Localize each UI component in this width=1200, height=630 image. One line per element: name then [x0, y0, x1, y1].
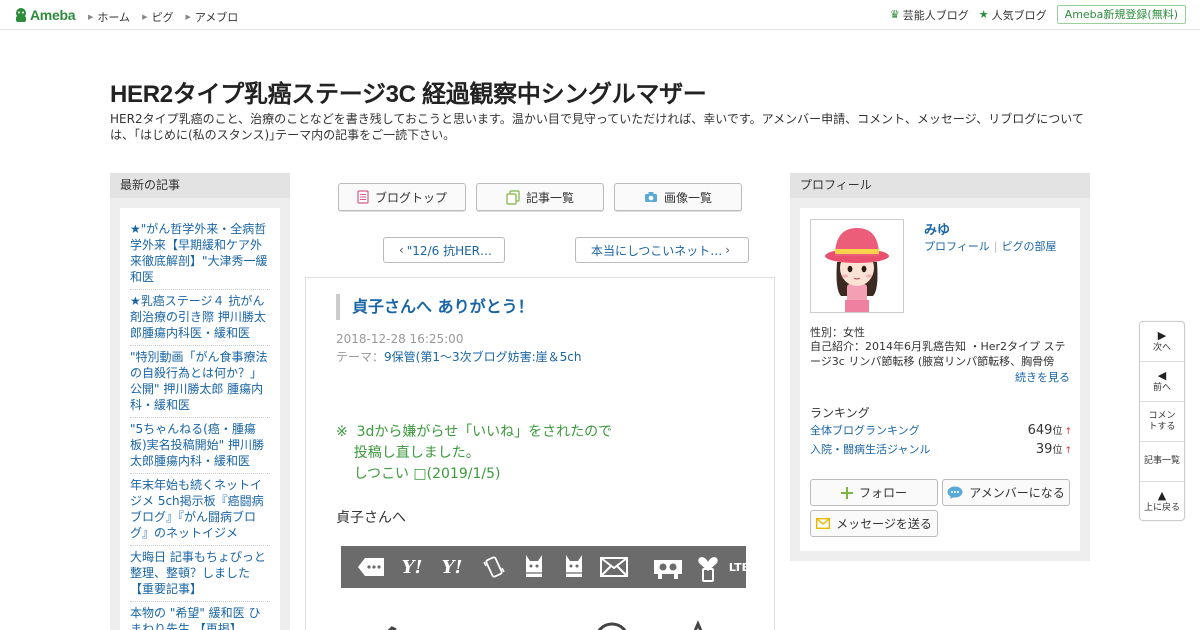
- ranking-label-link[interactable]: 入院・闘病生活ジャンル: [810, 441, 930, 457]
- entry-theme: テーマ：9保管(第1～3次ブログ妨害:崖＆5ch: [336, 348, 581, 365]
- float-article-list-button[interactable]: 記事一覧: [1140, 442, 1184, 482]
- entry-date: 2018-12-28 16:25:00: [336, 332, 464, 346]
- speech-bubble-icon: [947, 486, 963, 499]
- float-back-to-top-button[interactable]: ▲ 上に戻る: [1140, 482, 1184, 522]
- nav-ameblo-link[interactable]: ▶ アメブロ: [185, 9, 238, 25]
- ranking-row-genre: 入院・闘病生活ジャンル 39位 ↑: [810, 441, 1072, 457]
- triangle-right-icon: ▶: [88, 13, 94, 21]
- phone-vibrate-icon: [479, 546, 509, 588]
- global-nav: ▶ ホーム ▶ ピグ ▶ アメブロ: [88, 9, 250, 25]
- profile-panel: プロフィール みゆ プロフィール | ピグの部屋 性別：女性 自己紹介：2014…: [790, 173, 1090, 561]
- triangle-right-icon: ▶: [185, 13, 191, 21]
- document-icon: [357, 190, 369, 204]
- ranking-heading: ランキング: [810, 406, 870, 420]
- recent-article-link[interactable]: ★乳癌ステージ４ 抗がん剤治療の引き際 押川勝太郎腫瘍内科医・緩和医: [130, 290, 270, 346]
- lte-icon: LTE: [728, 560, 746, 574]
- follow-button[interactable]: フォロー: [810, 479, 938, 506]
- entry-note-line: ※ 3dから嫌がらせ「いいね」をされたので: [336, 424, 613, 440]
- triangle-left-icon: ◀: [1157, 368, 1167, 382]
- float-comment-button[interactable]: コメントする: [1140, 402, 1184, 442]
- amember-button[interactable]: アメンバーになる: [942, 479, 1070, 506]
- yahoo-icon: Y!: [441, 556, 463, 578]
- chevron-right-icon: ›: [725, 243, 731, 257]
- emoji-icon-strip: Y! Y! LTE: [341, 546, 746, 588]
- float-next-button[interactable]: ▶ 次へ: [1140, 322, 1184, 362]
- next-article-button[interactable]: 本当にしつこいネット… ›: [575, 237, 749, 263]
- profile-name-link[interactable]: みゆ: [924, 219, 950, 238]
- yahoo-icon: Y!: [401, 556, 423, 578]
- triangle-up-icon: ▲: [1157, 489, 1167, 502]
- recent-articles-heading: 最新の記事: [110, 173, 290, 198]
- previous-article-button[interactable]: ‹ "12/6 抗HER…: [383, 237, 505, 263]
- popular-blog-link[interactable]: ★ 人気ブログ: [979, 7, 1047, 23]
- entry-greeting: 貞子さんへ: [336, 510, 406, 526]
- profile-links: プロフィール | ピグの部屋: [924, 238, 1057, 254]
- link-separator: |: [993, 240, 998, 253]
- profile-intro: 自己紹介：2014年6月乳癌告知 ・Her2タイプ ステージ3c リンパ節転移 …: [810, 340, 1066, 368]
- register-button[interactable]: Ameba新規登録(無料): [1056, 5, 1186, 24]
- envelope-icon: [816, 518, 831, 529]
- logo-text: Ameba: [30, 7, 76, 23]
- recent-article-link[interactable]: 大晦日 記事もちょぴっと整理、整頓？しました【重要記事】: [130, 546, 270, 602]
- profile-link[interactable]: プロフィール: [924, 240, 990, 253]
- entry-note-line: しつこい □(2019/1/5): [336, 466, 501, 482]
- ranking-value: 39位 ↑: [1035, 442, 1072, 457]
- float-prev-button[interactable]: ◀ 前へ: [1140, 362, 1184, 402]
- entry-note: ※ 3dから嫌がらせ「いいね」をされたので 投稿し直しました。 しつこい □(2…: [336, 422, 612, 485]
- heart-phone-icon: [693, 546, 723, 588]
- entry-theme-link[interactable]: 9保管(第1～3次ブログ妨害:崖＆5ch: [384, 350, 581, 364]
- robot-icon: [651, 546, 685, 588]
- recent-articles-list: ★"がん哲学外来・全病哲学外来【早期緩和ケア外来徹底解剖】"大津秀一緩和医 ★乳…: [120, 208, 280, 630]
- global-header: Ameba ▶ ホーム ▶ ピグ ▶ アメブロ ♛ 芸能人ブログ ★ 人気ブログ Ameb…: [0, 0, 1200, 30]
- ameba-mascot-icon: [16, 8, 26, 22]
- header-right: ♛ 芸能人ブログ ★ 人気ブログ Ameba新規登録(無料): [890, 5, 1186, 24]
- mail-icon: [599, 546, 629, 588]
- recent-article-link[interactable]: 本物の "希望" 緩和医 ひまわり先生 【再掲】: [130, 602, 270, 630]
- star-icon: ★: [978, 8, 989, 21]
- entry-title[interactable]: 貞子さんへ ありがとう！: [336, 294, 534, 320]
- partial-icon-row: [366, 610, 726, 630]
- tag-icon: [355, 546, 387, 588]
- pig-room-link[interactable]: ピグの部屋: [1002, 240, 1057, 253]
- profile-heading: プロフィール: [790, 173, 1090, 198]
- crown-icon: ♛: [889, 8, 900, 21]
- send-message-button[interactable]: メッセージを送る: [810, 510, 938, 537]
- rank-up-icon: ↑: [1064, 427, 1072, 437]
- blog-description: HER2タイプ乳癌のこと、治療のことなどを書き残しておこうと思います。温かい目で…: [110, 112, 1084, 142]
- image-list-button[interactable]: 画像一覧: [614, 183, 742, 211]
- ameba-logo[interactable]: Ameba: [14, 6, 75, 24]
- recent-article-link[interactable]: ★"がん哲学外来・全病哲学外来【早期緩和ケア外来徹底解剖】"大津秀一緩和医: [130, 218, 270, 290]
- plus-icon: [840, 486, 853, 499]
- ranking-row-overall: 全体ブログランキング 649位 ↑: [810, 422, 1072, 438]
- cat-icon: [519, 546, 549, 588]
- nav-pig-link[interactable]: ▶ ピグ: [142, 9, 173, 25]
- cat-icon: [559, 546, 589, 588]
- floating-nav: ▶ 次へ ◀ 前へ コメントする 記事一覧 ▲ 上に戻る: [1139, 321, 1185, 521]
- profile-box: みゆ プロフィール | ピグの部屋 性別：女性 自己紹介：2014年6月乳癌告知 ・…: [800, 208, 1080, 551]
- triangle-right-icon: ▶: [1157, 328, 1167, 342]
- entry-note-line: 投稿し直しました。: [336, 445, 480, 461]
- ranking-value: 649位 ↑: [1027, 423, 1072, 438]
- blog-entry: 貞子さんへ ありがとう！ 2018-12-28 16:25:00 テーマ：9保管…: [305, 277, 775, 630]
- copy-pages-icon: [506, 189, 520, 205]
- recent-article-link[interactable]: 年末年始も続くネットイジメ 5ch掲示板『癌闘病ブログ』『がん闘病ブログ』のネッ…: [130, 474, 270, 546]
- recent-article-link[interactable]: "特別動画「がん食事療法の自殺行為とは何か？」公開" 押川勝太郎 腫瘍内科・緩和…: [130, 346, 270, 418]
- recent-articles-panel: 最新の記事 ★"がん哲学外来・全病哲学外来【早期緩和ケア外来徹底解剖】"大津秀一…: [110, 173, 290, 630]
- read-more-link[interactable]: 続きを見る: [1015, 369, 1070, 385]
- blog-title[interactable]: HER2タイプ乳癌ステージ3C 経過観察中シングルマザー: [110, 74, 707, 109]
- blog-top-button[interactable]: ブログトップ: [338, 183, 466, 211]
- recent-article-link[interactable]: "5ちゃんねる(癌・腫瘍板)実名投稿開始" 押川勝太郎腫瘍内科・緩和医: [130, 418, 270, 474]
- nav-home-link[interactable]: ▶ ホーム: [88, 9, 130, 25]
- celebrity-blog-link[interactable]: ♛ 芸能人ブログ: [890, 7, 969, 23]
- profile-gender: 性別：女性: [810, 326, 865, 339]
- ranking-label-link[interactable]: 全体ブログランキング: [810, 422, 920, 438]
- article-list-button[interactable]: 記事一覧: [476, 183, 604, 211]
- triangle-right-icon: ▶: [142, 13, 148, 21]
- chevron-left-icon: ‹: [398, 243, 404, 257]
- entry-theme-label: テーマ：: [336, 350, 385, 364]
- rank-up-icon: ↑: [1064, 446, 1072, 456]
- blog-toolbar: ブログトップ 記事一覧 画像一覧: [338, 183, 752, 211]
- camera-icon: [644, 191, 658, 203]
- avatar[interactable]: [810, 219, 904, 313]
